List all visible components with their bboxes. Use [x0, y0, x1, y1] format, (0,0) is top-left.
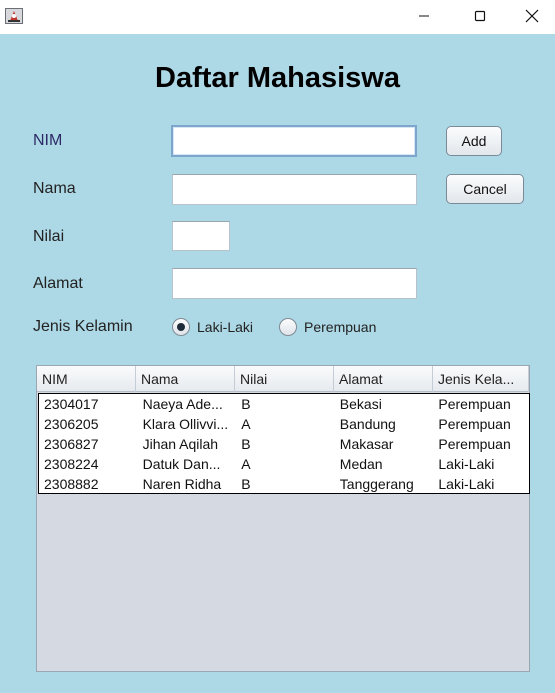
add-button[interactable]: Add — [446, 126, 502, 156]
cell-jenis-kelamin: Laki-Laki — [438, 456, 495, 472]
table-row[interactable]: 2308224 Datuk Dan... A Medan Laki-Laki — [39, 454, 529, 474]
nilai-label: Nilai — [33, 228, 65, 245]
cell-nilai: B — [241, 476, 251, 492]
cell-nilai: B — [241, 396, 251, 412]
minimize-icon — [419, 15, 429, 17]
alamat-field-box — [172, 268, 417, 299]
alamat-label: Alamat — [33, 275, 83, 292]
cell-jenis-kelamin: Perempuan — [438, 396, 511, 412]
close-icon — [525, 9, 538, 23]
cell-alamat: Bandung — [339, 416, 396, 432]
radio-perempuan[interactable]: Perempuan — [279, 317, 376, 337]
cell-jenis-kelamin: Laki-Laki — [438, 476, 495, 492]
nama-field-box — [172, 174, 417, 205]
cell-nilai: A — [241, 456, 251, 472]
cell-nilai: B — [241, 436, 251, 452]
table-row[interactable]: 2306827 Jihan Aqilah B Makasar Perempuan — [39, 434, 529, 454]
cell-nilai: A — [241, 416, 251, 432]
table-row[interactable]: 2304017 Naeya Ade... B Bekasi Perempuan — [39, 394, 529, 414]
nim-input[interactable] — [173, 127, 415, 155]
java-app-icon — [4, 5, 25, 26]
radio-perempuan-circle[interactable] — [279, 318, 297, 336]
radio-laki-laki[interactable]: Laki-Laki — [172, 317, 253, 337]
header-jenis-kelamin[interactable]: Jenis Kela... — [433, 366, 529, 392]
cell-alamat: Tanggerang — [339, 476, 414, 492]
cell-nama: Naeya Ade... — [142, 396, 223, 412]
cell-nim: 2308224 — [44, 456, 99, 472]
table-header: NIM Nama Nilai Alamat Jenis Kela... — [37, 366, 529, 392]
cell-alamat: Medan — [339, 456, 383, 472]
maximize-button[interactable] — [452, 0, 508, 32]
alamat-input[interactable] — [173, 269, 416, 298]
cell-nim: 2306205 — [44, 416, 99, 432]
main-panel: Daftar Mahasiswa NIM Add Nama Cancel Nil… — [0, 34, 555, 693]
cell-nama: Naren Ridha — [142, 476, 222, 492]
page-title: Daftar Mahasiswa — [155, 62, 400, 94]
cell-nim: 2304017 — [44, 396, 99, 412]
cell-alamat: Bekasi — [339, 396, 382, 412]
header-alamat[interactable]: Alamat — [334, 366, 433, 392]
close-window-button[interactable] — [508, 0, 555, 32]
table-row[interactable]: 2308882 Naren Ridha B Tanggerang Laki-La… — [39, 474, 529, 494]
header-nilai[interactable]: Nilai — [235, 366, 334, 392]
cancel-button[interactable]: Cancel — [446, 174, 524, 204]
nama-input[interactable] — [173, 175, 416, 204]
cell-jenis-kelamin: Perempuan — [438, 416, 511, 432]
maximize-icon — [474, 10, 486, 22]
radio-laki-laki-circle[interactable] — [172, 318, 190, 336]
cell-nim: 2306827 — [44, 436, 99, 452]
radio-perempuan-label: Perempuan — [304, 319, 377, 335]
cell-nim: 2308882 — [44, 476, 99, 492]
table-body: 2304017 Naeya Ade... B Bekasi Perempuan … — [38, 393, 530, 494]
cell-alamat: Makasar — [339, 436, 394, 452]
mahasiswa-table: NIM Nama Nilai Alamat Jenis Kela... 2304… — [36, 365, 530, 672]
header-nim[interactable]: NIM — [37, 366, 136, 392]
nilai-field-box — [172, 221, 230, 251]
cell-jenis-kelamin: Perempuan — [438, 436, 511, 452]
cell-nama: Jihan Aqilah — [142, 436, 219, 452]
jenis-kelamin-label: Jenis Kelamin — [33, 318, 133, 335]
nilai-input[interactable] — [173, 222, 229, 250]
nim-field-box — [171, 125, 417, 157]
table-row[interactable]: 2306205 Klara Ollivvi... A Bandung Perem… — [39, 414, 529, 434]
title-bar — [0, 0, 555, 34]
nama-label: Nama — [33, 180, 76, 197]
cell-nama: Datuk Dan... — [142, 456, 221, 472]
nim-label: NIM — [33, 132, 63, 149]
radio-laki-laki-label: Laki-Laki — [197, 319, 254, 335]
header-nama[interactable]: Nama — [136, 366, 235, 392]
cell-nama: Klara Ollivvi... — [142, 416, 229, 432]
minimize-button[interactable] — [396, 0, 452, 32]
